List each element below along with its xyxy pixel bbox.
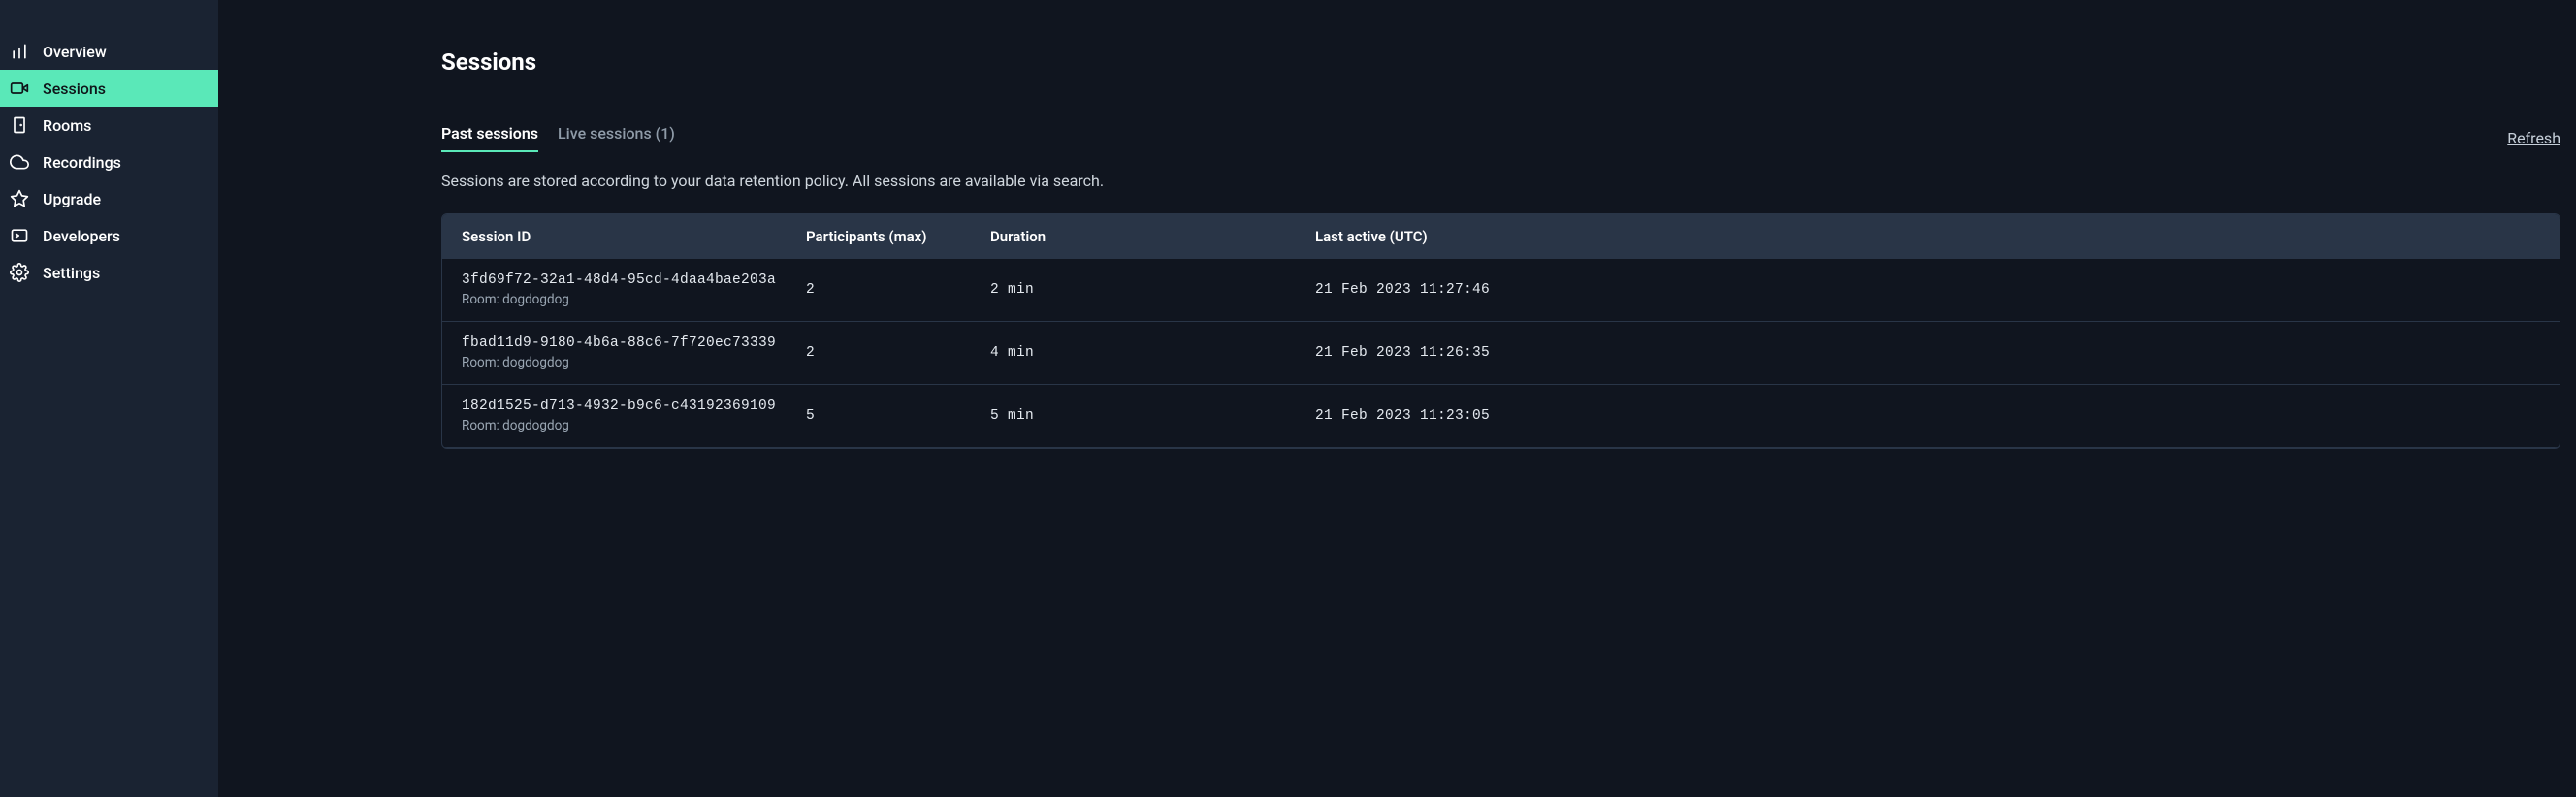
cell-session-id: 182d1525-d713-4932-b9c6-c43192369109 Roo… — [462, 398, 806, 433]
table-header: Session ID Participants (max) Duration L… — [442, 214, 2560, 259]
table-row[interactable]: fbad11d9-9180-4b6a-88c6-7f720ec73339 Roo… — [442, 322, 2560, 385]
cell-duration: 2 min — [990, 282, 1315, 298]
sidebar-item-recordings[interactable]: Recordings — [0, 143, 218, 180]
cell-participants: 2 — [806, 345, 990, 361]
cloud-icon — [10, 152, 29, 172]
sidebar-item-label: Upgrade — [43, 190, 101, 208]
refresh-link[interactable]: Refresh — [2507, 129, 2560, 147]
page-title: Sessions — [441, 48, 2560, 76]
table-row[interactable]: 182d1525-d713-4932-b9c6-c43192369109 Roo… — [442, 385, 2560, 448]
bar-chart-icon — [10, 42, 29, 61]
sidebar-item-settings[interactable]: Settings — [0, 254, 218, 291]
tabs: Past sessions Live sessions (1) — [441, 124, 675, 152]
cell-duration: 5 min — [990, 408, 1315, 424]
session-id-text: 182d1525-d713-4932-b9c6-c43192369109 — [462, 398, 806, 414]
session-id-text: 3fd69f72-32a1-48d4-95cd-4daa4bae203a — [462, 272, 806, 288]
cell-session-id: 3fd69f72-32a1-48d4-95cd-4daa4bae203a Roo… — [462, 272, 806, 307]
sidebar-item-label: Overview — [43, 43, 107, 61]
col-header-last-active: Last active (UTC) — [1315, 228, 2540, 245]
terminal-icon — [10, 226, 29, 245]
sidebar-item-upgrade[interactable]: Upgrade — [0, 180, 218, 217]
cell-last-active: 21 Feb 2023 11:23:05 — [1315, 408, 2540, 424]
sidebar-item-label: Rooms — [43, 116, 91, 135]
sidebar: Overview Sessions Rooms Recordings — [0, 0, 218, 797]
cell-last-active: 21 Feb 2023 11:26:35 — [1315, 345, 2540, 361]
info-text: Sessions are stored according to your da… — [441, 172, 2560, 190]
sidebar-item-overview[interactable]: Overview — [0, 33, 218, 70]
room-label: Room: dogdogdog — [462, 418, 806, 433]
tabs-row: Past sessions Live sessions (1) Refresh — [441, 124, 2560, 152]
session-id-text: fbad11d9-9180-4b6a-88c6-7f720ec73339 — [462, 335, 806, 351]
cell-last-active: 21 Feb 2023 11:27:46 — [1315, 282, 2540, 298]
sidebar-item-sessions[interactable]: Sessions — [0, 70, 218, 107]
table-row[interactable]: 3fd69f72-32a1-48d4-95cd-4daa4bae203a Roo… — [442, 259, 2560, 322]
cell-participants: 5 — [806, 408, 990, 424]
col-header-duration: Duration — [990, 228, 1315, 245]
gear-icon — [10, 263, 29, 282]
star-icon — [10, 189, 29, 208]
sidebar-item-label: Recordings — [43, 153, 121, 172]
col-header-participants: Participants (max) — [806, 228, 990, 245]
sidebar-item-label: Settings — [43, 264, 100, 282]
main-content: Sessions Past sessions Live sessions (1)… — [218, 0, 2576, 797]
door-icon — [10, 115, 29, 135]
sidebar-item-developers[interactable]: Developers — [0, 217, 218, 254]
room-label: Room: dogdogdog — [462, 292, 806, 307]
sidebar-item-label: Sessions — [43, 80, 106, 98]
tab-past-sessions[interactable]: Past sessions — [441, 124, 538, 152]
room-label: Room: dogdogdog — [462, 355, 806, 370]
video-icon — [10, 79, 29, 98]
cell-participants: 2 — [806, 282, 990, 298]
sidebar-item-label: Developers — [43, 227, 120, 245]
col-header-session-id: Session ID — [462, 228, 806, 245]
tab-live-sessions[interactable]: Live sessions (1) — [558, 124, 675, 152]
sessions-table: Session ID Participants (max) Duration L… — [441, 213, 2560, 449]
sidebar-item-rooms[interactable]: Rooms — [0, 107, 218, 143]
cell-session-id: fbad11d9-9180-4b6a-88c6-7f720ec73339 Roo… — [462, 335, 806, 370]
cell-duration: 4 min — [990, 345, 1315, 361]
